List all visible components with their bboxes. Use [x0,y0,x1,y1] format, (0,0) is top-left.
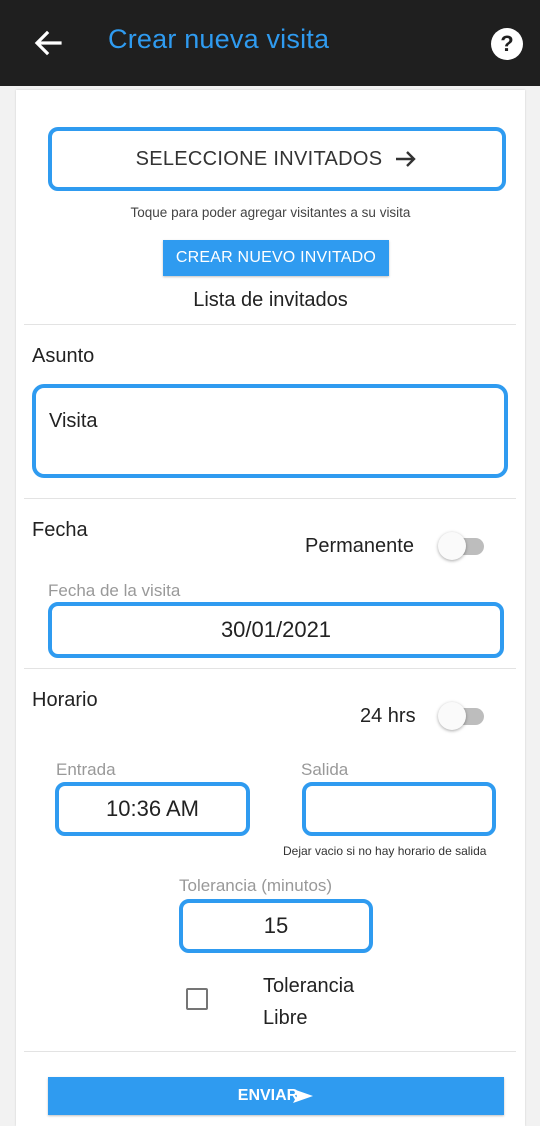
guest-list-title: Lista de invitados [193,289,348,311]
divider [24,1051,516,1052]
subject-label: Asunto [32,345,95,367]
entry-time-value: 10:36 AM [106,796,199,821]
divider [24,324,516,325]
visit-date-field[interactable]: 30/01/2021 [48,602,504,658]
divider [24,498,516,499]
select-guests-hint: Toque para poder agregar visitantes a su… [130,205,411,220]
select-guests-label: SELECCIONE INVITADOS [135,147,383,170]
divider [24,668,516,669]
subject-input[interactable]: Visita [32,384,508,478]
free-tolerance-checkbox[interactable] [186,988,208,1010]
toggle-thumb [438,532,466,560]
arrow-left-icon [34,30,62,56]
visit-form-card: SELECCIONE INVITADOS Toque para poder ag… [16,90,525,1126]
date-label: Fecha [32,519,88,541]
submit-label: ENVIAR [237,1087,299,1104]
create-new-guest-button[interactable]: CREAR NUEVO INVITADO [163,240,389,276]
subject-value: Visita [49,410,98,432]
free-tolerance-label: Tolerancia Libre [263,975,355,1029]
visit-date-label: Fecha de la visita [48,581,181,600]
tolerance-field[interactable]: 15 [179,899,373,953]
exit-time-field[interactable] [302,782,496,836]
visit-date-value: 30/01/2021 [220,617,332,642]
select-guests-button[interactable]: SELECCIONE INVITADOS [48,127,506,191]
entry-time-label: Entrada [56,760,116,779]
exit-time-hint: Dejar vacio si no hay horario de salida [283,844,487,858]
arrow-right-icon [396,151,417,167]
schedule-label: Horario [32,689,98,711]
tolerance-value: 15 [263,913,289,938]
back-button[interactable] [30,25,66,61]
help-icon: ? [500,31,514,56]
page-title: Crear nueva visita [108,24,330,54]
exit-time-label: Salida [301,760,349,779]
tolerance-label: Tolerancia (minutos) [179,876,333,895]
send-icon [293,1089,314,1103]
entry-time-field[interactable]: 10:36 AM [55,782,250,836]
app-bar: Crear nueva visita ? [0,0,540,86]
allday-label: 24 hrs [360,705,416,727]
submit-button[interactable]: ENVIAR [48,1077,504,1115]
permanent-toggle[interactable] [436,531,488,561]
permanent-label: Permanente [305,535,414,557]
help-button[interactable]: ? [491,28,523,60]
allday-toggle[interactable] [436,701,488,731]
toggle-thumb [438,702,466,730]
